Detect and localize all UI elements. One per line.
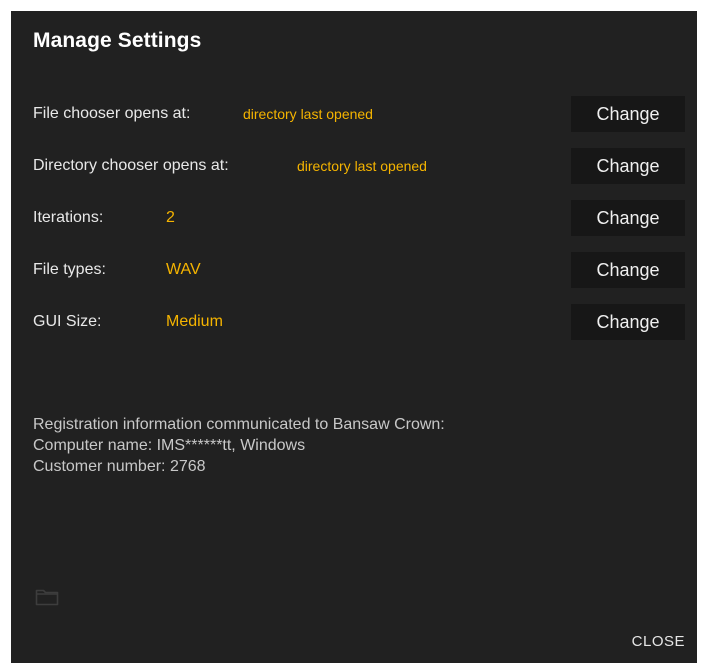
change-gui-size-button[interactable]: Change	[571, 304, 685, 340]
registration-heading: Registration information communicated to…	[33, 416, 445, 433]
folder-icon[interactable]	[35, 587, 61, 607]
change-directory-chooser-button[interactable]: Change	[571, 148, 685, 184]
change-file-chooser-button[interactable]: Change	[571, 96, 685, 132]
setting-value: 2	[166, 209, 175, 226]
setting-label: Iterations:	[33, 209, 104, 226]
setting-row-file-types: File types: WAV Change	[33, 252, 685, 288]
setting-label: File chooser opens at:	[33, 105, 191, 122]
change-file-types-button[interactable]: Change	[571, 252, 685, 288]
computer-name: Computer name: IMS******tt, Windows	[33, 437, 306, 454]
setting-row-directory-chooser: Directory chooser opens at: directory la…	[33, 148, 685, 184]
setting-value: directory last opened	[297, 158, 427, 174]
manage-settings-dialog: Manage Settings File chooser opens at: d…	[11, 11, 697, 663]
change-iterations-button[interactable]: Change	[571, 200, 685, 236]
setting-value: directory last opened	[243, 106, 373, 122]
customer-number: Customer number: 2768	[33, 458, 206, 475]
setting-label: File types:	[33, 261, 106, 278]
setting-label: GUI Size:	[33, 313, 102, 330]
close-button[interactable]: CLOSE	[632, 629, 685, 654]
setting-value: WAV	[166, 261, 201, 278]
registration-info: Registration information communicated to…	[33, 414, 445, 477]
setting-row-file-chooser: File chooser opens at: directory last op…	[33, 96, 685, 132]
setting-row-iterations: Iterations: 2 Change	[33, 200, 685, 236]
dialog-title: Manage Settings	[33, 29, 202, 52]
setting-value: Medium	[166, 313, 223, 330]
setting-row-gui-size: GUI Size: Medium Change	[33, 304, 685, 340]
setting-label: Directory chooser opens at:	[33, 157, 229, 174]
